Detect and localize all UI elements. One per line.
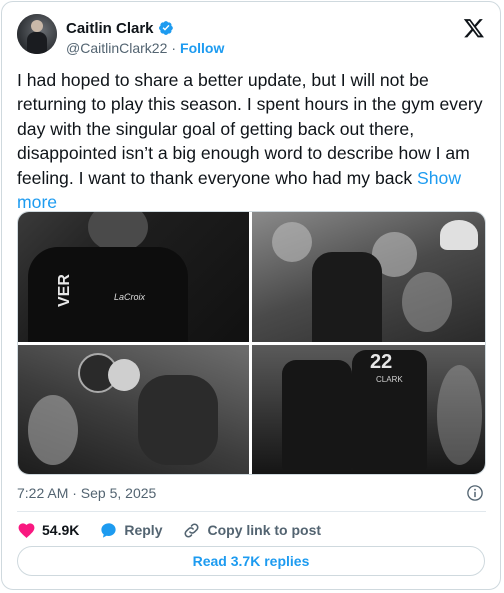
timestamp[interactable]: 7:22 AM · Sep 5, 2025 xyxy=(17,485,156,501)
like-count: 54.9K xyxy=(42,522,80,538)
copy-link-label: Copy link to post xyxy=(207,522,322,538)
photo-jerseys[interactable]: 22 CLARK xyxy=(252,345,485,474)
media-grid: VER LaCroix 22 CLARK xyxy=(17,211,486,475)
divider xyxy=(17,511,486,512)
link-icon xyxy=(184,522,199,538)
action-bar: 54.9K Reply Copy link to post xyxy=(17,519,341,541)
verified-badge-icon xyxy=(158,21,173,35)
copy-link-button[interactable]: Copy link to post xyxy=(182,521,321,540)
reply-label: Reply xyxy=(124,522,163,538)
like-button[interactable]: 54.9K xyxy=(17,521,79,540)
jacket-text: VER xyxy=(56,274,73,307)
author-handle-row: @CaitlinClark22 · Follow xyxy=(66,40,224,56)
x-logo-icon[interactable] xyxy=(463,17,485,39)
photo-fans[interactable] xyxy=(252,212,485,342)
photo-basketballs[interactable] xyxy=(18,345,249,474)
author-handle[interactable]: @CaitlinClark22 xyxy=(66,40,167,56)
author-name[interactable]: Caitlin Clark xyxy=(66,20,154,37)
reply-button[interactable]: Reply xyxy=(99,521,162,540)
jacket-logo-text: LaCroix xyxy=(114,292,146,302)
avatar[interactable] xyxy=(17,14,57,54)
reply-bubble-icon xyxy=(101,522,116,538)
follow-button[interactable]: Follow xyxy=(180,40,224,56)
photo-jacket[interactable]: VER LaCroix xyxy=(18,212,249,342)
jersey-number: 22 xyxy=(370,351,393,373)
tweet-body: I had hoped to share a better update, bu… xyxy=(17,70,483,188)
author-name-row: Caitlin Clark xyxy=(66,19,174,37)
tweet-text: I had hoped to share a better update, bu… xyxy=(17,68,487,214)
read-replies-button[interactable]: Read 3.7K replies xyxy=(17,546,485,576)
info-icon[interactable] xyxy=(466,484,484,502)
separator-dot: · xyxy=(171,40,177,56)
heart-icon xyxy=(18,522,35,538)
jersey-name: CLARK xyxy=(376,375,403,384)
